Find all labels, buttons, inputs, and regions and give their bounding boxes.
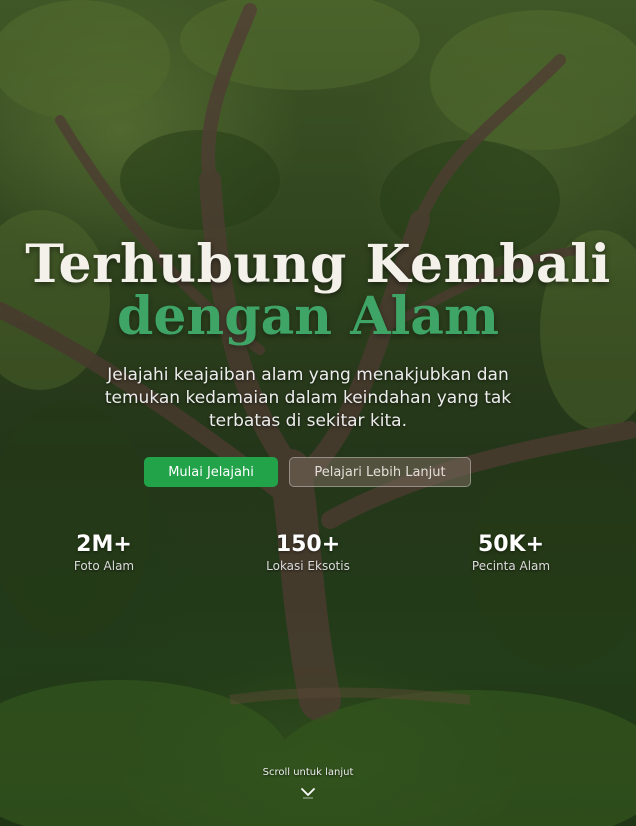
scroll-hint: Scroll untuk lanjut — [262, 767, 354, 778]
hero-subtitle: Jelajahi keajaiban alam yang menakjubkan… — [104, 365, 512, 431]
stat-label: Foto Alam — [73, 559, 135, 573]
stat-value: 150+ — [275, 532, 341, 557]
stat-locations: 150+ Lokasi Eksotis — [228, 532, 388, 573]
stat-photos: 2M+ Foto Alam — [24, 532, 184, 573]
start-explore-button[interactable]: Mulai Jelajahi — [144, 457, 278, 487]
hero-title-line2: dengan Alam — [116, 286, 500, 347]
stat-value: 50K+ — [477, 532, 545, 557]
stat-label: Pecinta Alam — [471, 559, 551, 573]
stat-label: Lokasi Eksotis — [266, 559, 350, 573]
learn-more-button[interactable]: Pelajari Lebih Lanjut — [289, 457, 471, 487]
stat-value: 2M+ — [76, 532, 132, 557]
stat-nature-lovers: 50K+ Pecinta Alam — [431, 532, 591, 573]
chevron-down-icon[interactable] — [299, 786, 317, 800]
